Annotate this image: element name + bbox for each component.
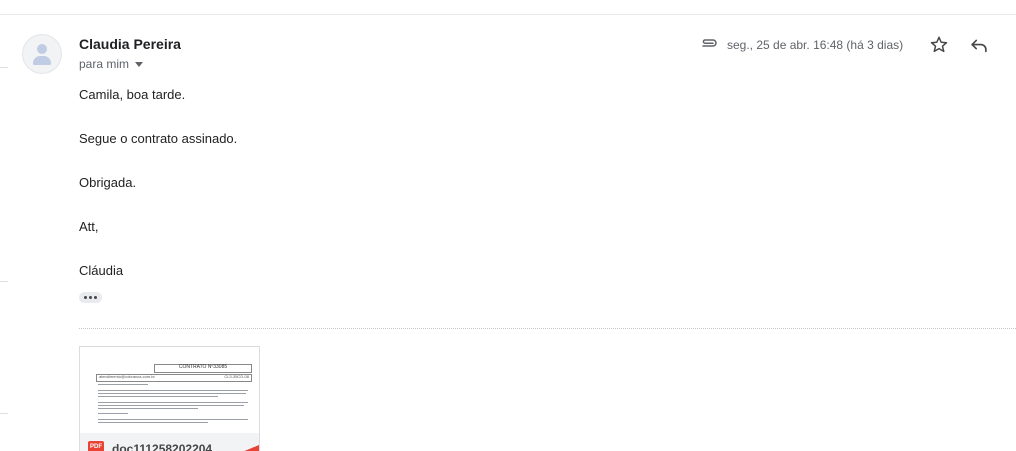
- reply-icon[interactable]: [968, 34, 990, 56]
- email-body-line: Att,: [79, 219, 99, 234]
- preview-title: CONTRATO Nº33085: [178, 364, 228, 370]
- pdf-icon: PDF: [88, 441, 104, 451]
- attachment-corner-flag: [235, 445, 259, 451]
- sender-avatar[interactable]: [22, 34, 62, 74]
- person-icon: [37, 44, 47, 54]
- left-divider-tick: [0, 67, 8, 68]
- star-icon[interactable]: [928, 34, 950, 56]
- email-body-line: Obrigada.: [79, 175, 137, 190]
- email-body-line: Cláudia: [79, 263, 124, 278]
- email-date: seg., 25 de abr. 16:48 (há 3 dias): [727, 38, 904, 52]
- paperclip-icon: [702, 39, 717, 47]
- preview-header-left: atendimento@cobranca.com.br: [99, 374, 155, 379]
- show-trimmed-content-button[interactable]: [79, 292, 102, 303]
- left-divider-tick: [0, 413, 8, 414]
- attachment-card[interactable]: CONTRATO Nº33085 atendimento@cobranca.co…: [79, 346, 260, 451]
- attachments-divider: [79, 328, 1016, 329]
- preview-header-right: CL3-35CD-08: [224, 374, 249, 379]
- email-body-line: Camila, boa tarde.: [79, 87, 186, 102]
- attachment-file-bar: PDF doc111258202204: [80, 433, 259, 451]
- email-body-line: Segue o contrato assinado.: [79, 131, 238, 146]
- attachment-file-name: doc111258202204: [112, 442, 213, 451]
- recipients-dropdown[interactable]: para mim: [79, 57, 144, 71]
- attachment-thumbnail: CONTRATO Nº33085 atendimento@cobranca.co…: [80, 347, 259, 433]
- top-divider: [0, 14, 1016, 15]
- email-message-view: Claudia Pereira para mim seg., 25 de abr…: [0, 0, 1016, 451]
- sender-name[interactable]: Claudia Pereira: [79, 36, 181, 52]
- chevron-down-icon[interactable]: [135, 61, 144, 67]
- pdf-page-preview: CONTRATO Nº33085 atendimento@cobranca.co…: [96, 357, 252, 433]
- recipients-label: para mim: [79, 57, 130, 71]
- left-divider-tick: [0, 281, 8, 282]
